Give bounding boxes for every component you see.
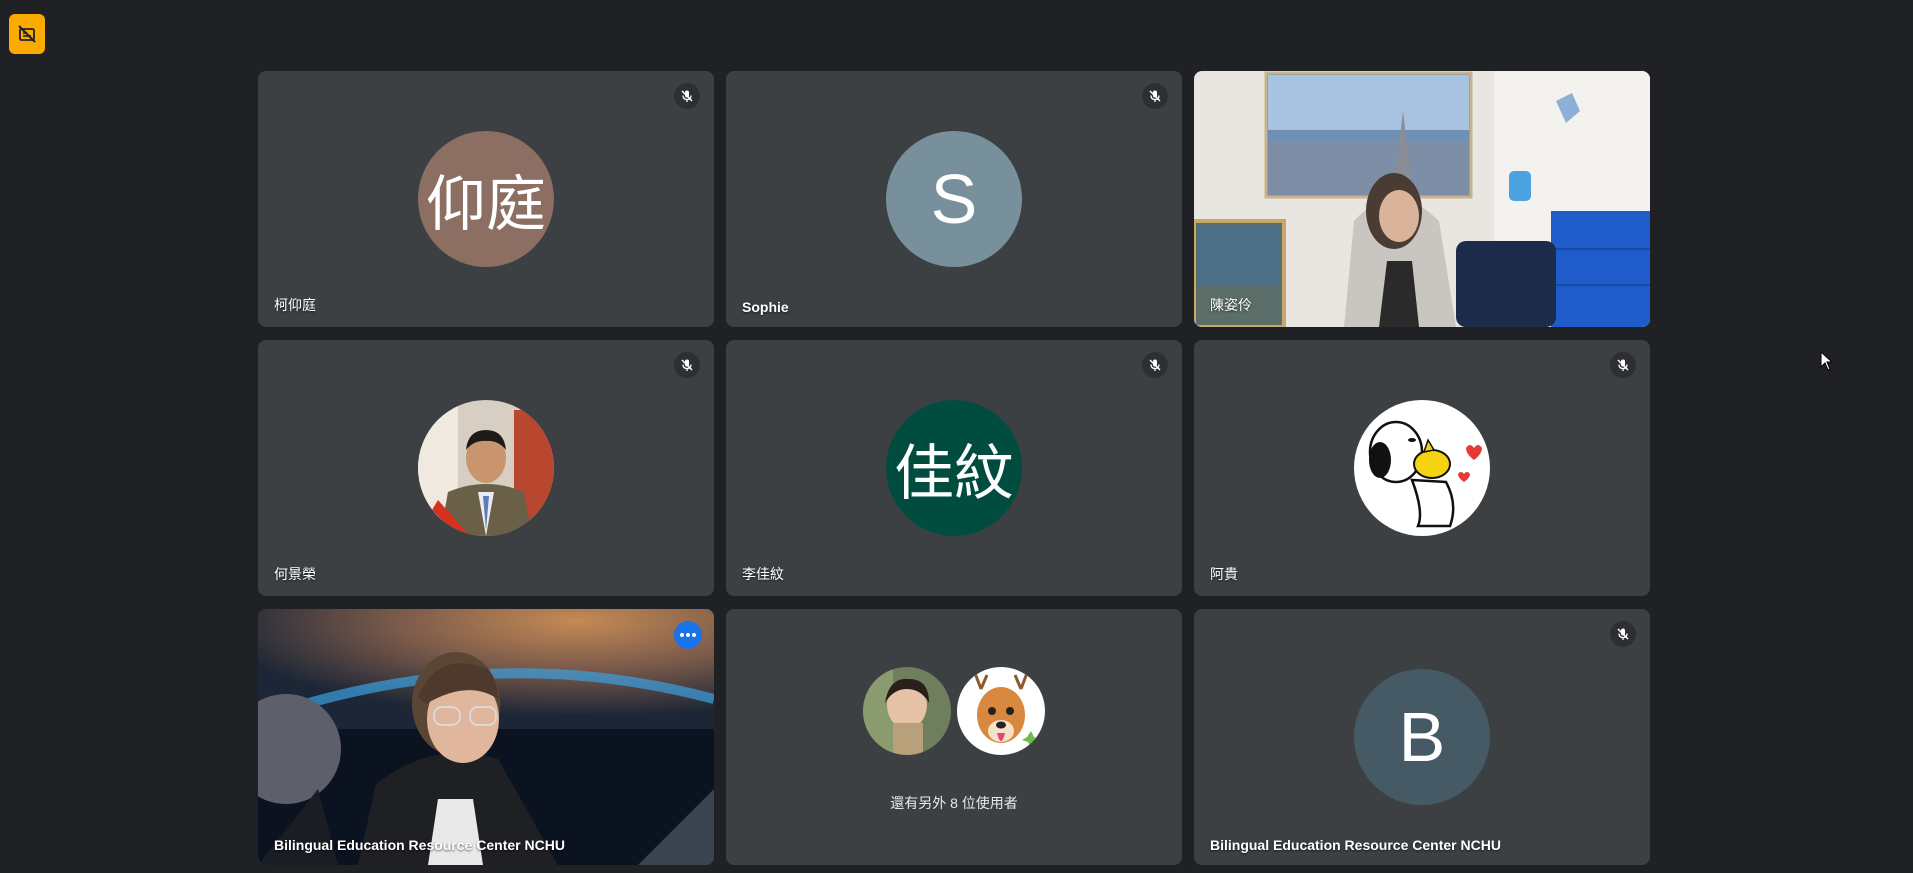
mic-off-icon: [1610, 352, 1636, 378]
participant-tile[interactable]: S Sophie: [726, 71, 1182, 327]
avatar-initials: 仰庭: [426, 169, 546, 240]
participant-name: 李佳紋: [742, 566, 784, 582]
others-avatars: [726, 667, 1182, 755]
participant-name: 何景榮: [274, 566, 316, 582]
participant-name: 陳姿伶: [1210, 297, 1252, 313]
participant-name: Bilingual Education Resource Center NCHU: [1210, 837, 1501, 853]
mic-off-icon: [1142, 83, 1168, 109]
participant-tile[interactable]: B Bilingual Education Resource Center NC…: [1194, 609, 1650, 865]
others-count-label: 還有另外 8 位使用者: [890, 795, 1018, 811]
avatar-initials: 佳紋: [894, 438, 1014, 509]
avatar-photo: [418, 400, 554, 536]
participant-name: 阿貴: [1210, 566, 1238, 582]
participant-tile-active[interactable]: Bilingual Education Resource Center NCHU: [258, 609, 714, 865]
avatar-initials: S: [930, 160, 978, 238]
participant-tile[interactable]: 陳姿伶: [1194, 71, 1650, 327]
participant-tile[interactable]: 阿貴: [1194, 340, 1650, 596]
mic-off-icon: [1610, 621, 1636, 647]
mic-off-icon: [1142, 352, 1168, 378]
participant-tile[interactable]: 佳紋 李佳紋: [726, 340, 1182, 596]
avatar-photo: [863, 667, 951, 755]
mic-off-icon: [674, 83, 700, 109]
mouse-cursor-icon: [1820, 351, 1834, 371]
participant-video: [1194, 71, 1650, 327]
participant-tile[interactable]: 何景榮: [258, 340, 714, 596]
avatar: 佳紋: [886, 400, 1022, 536]
participant-tile[interactable]: 仰庭 柯仰庭: [258, 71, 714, 327]
avatar-photo: [1354, 400, 1490, 536]
avatar: 仰庭: [418, 131, 554, 267]
avatar-photo: [957, 667, 1045, 755]
others-tile[interactable]: 還有另外 8 位使用者: [726, 609, 1182, 865]
avatar-initials: B: [1398, 698, 1446, 776]
participant-video: [258, 609, 714, 865]
participant-name: 柯仰庭: [274, 297, 316, 313]
mic-off-icon: [674, 352, 700, 378]
participant-name: Sophie: [742, 299, 789, 315]
participant-name: Bilingual Education Resource Center NCHU: [274, 837, 565, 853]
avatar: B: [1354, 669, 1490, 805]
captions-off-icon: [18, 25, 36, 43]
participant-grid: 仰庭 柯仰庭 S Sophie 陳姿伶 何景榮 佳紋 李佳紋 阿貴 Biling…: [258, 71, 1650, 865]
avatar: S: [886, 131, 1022, 267]
more-options-icon: [680, 633, 696, 637]
captions-off-button[interactable]: [9, 14, 45, 54]
more-options-button[interactable]: [674, 621, 702, 649]
